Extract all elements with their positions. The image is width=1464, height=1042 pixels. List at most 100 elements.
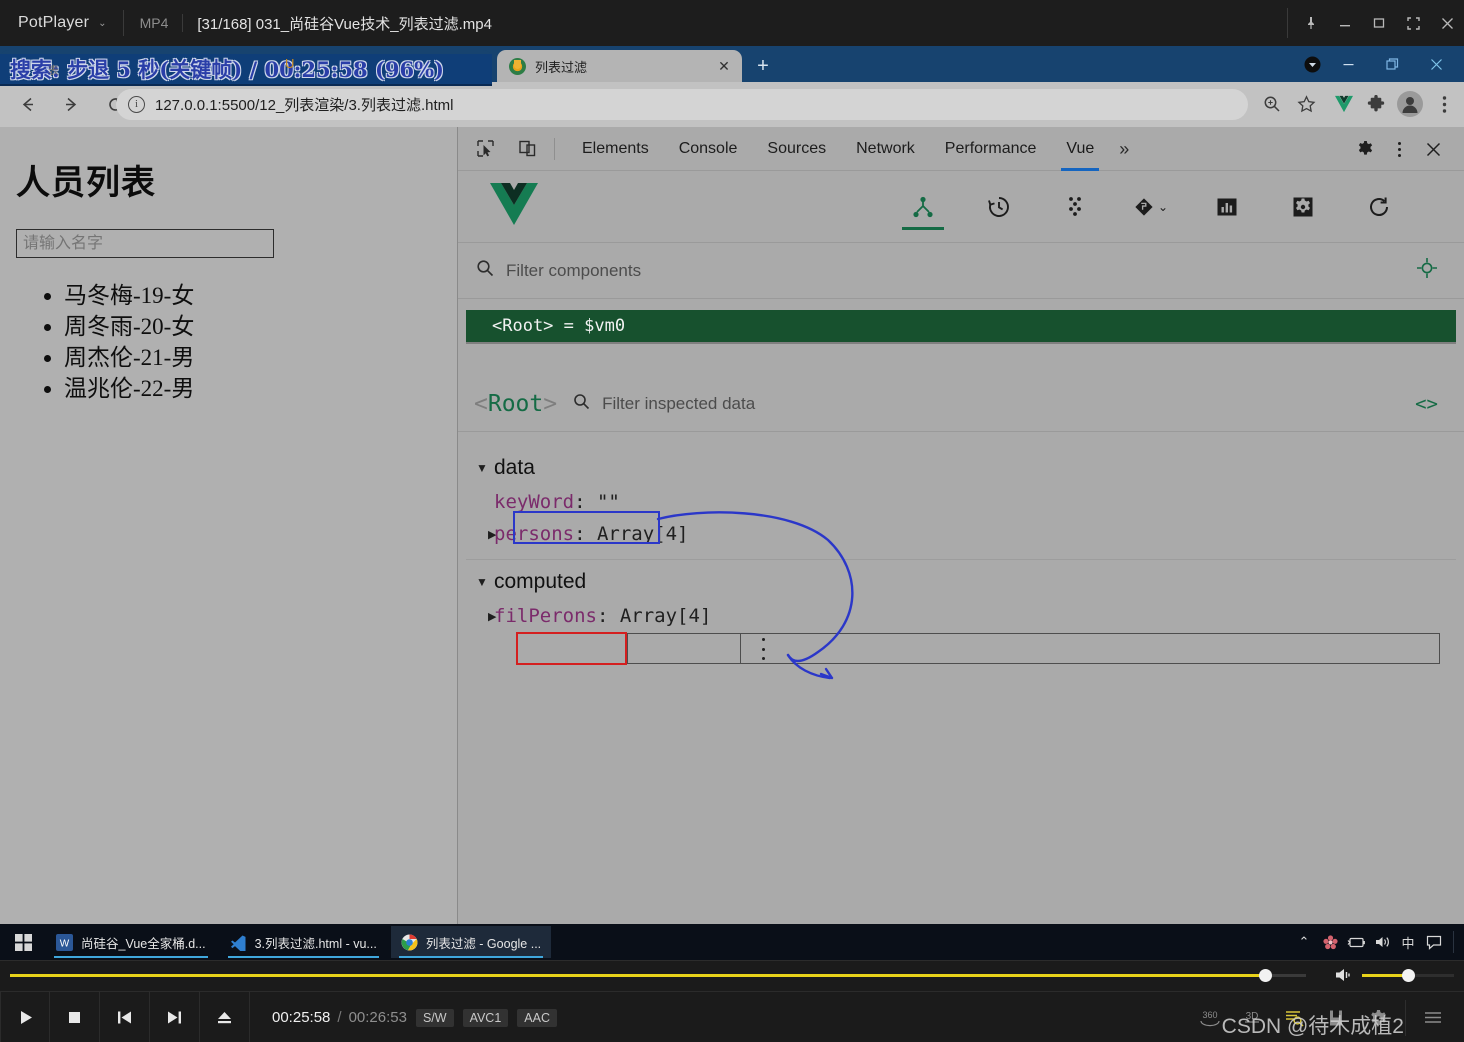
chevron-down-icon[interactable]: ⌄	[98, 18, 106, 29]
stop-button[interactable]	[50, 991, 100, 1042]
bookmark-star-icon[interactable]	[1290, 88, 1322, 120]
codec-chip-sw[interactable]: S/W	[415, 1008, 454, 1027]
media-format-label: MP4	[139, 15, 169, 31]
routes-diamond-icon[interactable]: ⌄	[1134, 184, 1168, 230]
chrome-menu-icon[interactable]	[1428, 88, 1460, 120]
chrome-tab-strip: ✕ 列表过滤 ✕ + 搜索: 步退 5 秒(关键帧) / 00:25:58 (9…	[0, 46, 1464, 84]
address-bar[interactable]: i 127.0.0.1:5500/12_列表渲染/3.列表过滤.html	[116, 89, 1248, 120]
chevron-right-icon[interactable]: ▶	[476, 528, 496, 541]
app-flower-icon[interactable]	[1317, 924, 1343, 960]
close-icon[interactable]	[1414, 48, 1458, 80]
inspector-group-computed[interactable]: ▼ computed	[458, 564, 1464, 600]
profile-avatar-icon[interactable]	[1394, 88, 1426, 120]
current-time: 00:25:58	[272, 1009, 331, 1026]
eject-button[interactable]	[200, 991, 250, 1042]
extensions-puzzle-icon[interactable]	[1360, 88, 1392, 120]
list-item: 周冬雨-20-女	[64, 311, 457, 342]
zoom-icon[interactable]	[1256, 88, 1288, 120]
taskbar-item-chrome[interactable]: 列表过滤 - Google ...	[390, 926, 552, 958]
state-dots-icon[interactable]	[1058, 184, 1092, 230]
tab-elements[interactable]: Elements	[567, 127, 664, 171]
settings-gear-icon[interactable]	[1286, 184, 1320, 230]
previous-button[interactable]	[100, 991, 150, 1042]
seek-handle[interactable]	[1259, 969, 1272, 982]
forward-button[interactable]	[54, 88, 88, 122]
maximize-icon[interactable]	[1362, 0, 1396, 46]
chrome-tab-active[interactable]: 列表过滤 ✕	[497, 50, 742, 82]
minimize-icon[interactable]	[1328, 0, 1362, 46]
list-item: 马冬梅-19-女	[64, 280, 457, 311]
svg-text:W: W	[60, 938, 70, 949]
chrome-viewport: 人员列表 马冬梅-19-女 周冬雨-20-女 周杰伦-21-男 温兆伦-22-男	[0, 127, 1464, 924]
chevron-up-icon[interactable]: ⌃	[1291, 924, 1317, 960]
taskbar-item-label: 尚硅谷_Vue全家桶.d...	[81, 936, 206, 951]
volume-icon[interactable]	[1334, 966, 1354, 989]
tab-network[interactable]: Network	[841, 127, 930, 171]
settings-gear-icon[interactable]	[1348, 132, 1382, 166]
chrome-window-controls	[1298, 48, 1458, 80]
tab-search-icon[interactable]	[1298, 50, 1326, 78]
pin-icon[interactable]	[1294, 0, 1328, 46]
devtools-menu-icon[interactable]	[1382, 132, 1416, 166]
inspector-group-data[interactable]: ▼ data	[458, 450, 1464, 486]
timeline-history-icon[interactable]	[982, 184, 1016, 230]
volume-handle[interactable]	[1402, 969, 1415, 982]
vscode-icon	[230, 934, 247, 953]
tab-sources[interactable]: Sources	[752, 127, 841, 171]
taskbar-item-word[interactable]: W 尚硅谷_Vue全家桶.d...	[46, 926, 216, 958]
inspector-prop-filperons[interactable]: ▶ filPerons: Array[4]	[458, 600, 1464, 632]
open-in-editor-icon[interactable]: <>	[1415, 393, 1438, 415]
taskbar-item-vscode[interactable]: 3.列表过滤.html - vu...	[220, 926, 387, 958]
inspect-element-icon[interactable]	[470, 134, 500, 164]
close-icon[interactable]	[1430, 0, 1464, 46]
inspected-data-filter-placeholder[interactable]: Filter inspected data	[602, 394, 755, 414]
inspector-prop-keyword[interactable]: keyWord: ""	[458, 486, 1464, 518]
battery-icon[interactable]	[1343, 924, 1369, 960]
codec-chip-audio[interactable]: AAC	[517, 1008, 557, 1027]
person-list: 马冬梅-19-女 周冬雨-20-女 周杰伦-21-男 温兆伦-22-男	[16, 280, 457, 404]
chevron-right-icon[interactable]: ▶	[476, 610, 496, 623]
fullscreen-icon[interactable]	[1396, 0, 1430, 46]
component-filter-placeholder: Filter components	[506, 260, 642, 280]
performance-bars-icon[interactable]	[1210, 184, 1244, 230]
ime-indicator[interactable]: 中	[1395, 924, 1421, 960]
volume-icon[interactable]	[1369, 924, 1395, 960]
vue-devtools-icon[interactable]	[1328, 88, 1360, 120]
site-info-icon[interactable]: i	[128, 96, 145, 113]
component-filter-bar[interactable]: Filter components	[458, 243, 1464, 299]
name-search-input[interactable]	[16, 229, 274, 258]
select-component-target-icon[interactable]	[1416, 257, 1438, 284]
tab-vue[interactable]: Vue	[1051, 127, 1109, 171]
next-button[interactable]	[150, 991, 200, 1042]
notification-icon[interactable]	[1421, 924, 1447, 960]
tab-console[interactable]: Console	[664, 127, 753, 171]
component-tree-root-row[interactable]: <Root> = $vm0	[466, 310, 1456, 342]
new-tab-button[interactable]: +	[750, 55, 776, 79]
inspected-component-name: <Root>	[474, 391, 557, 417]
restore-icon[interactable]	[1370, 48, 1414, 80]
chrome-browser-window: ✕ 列表过滤 ✕ + 搜索: 步退 5 秒(关键帧) / 00:25:58 (9…	[0, 46, 1464, 924]
components-tree-icon[interactable]	[902, 184, 944, 230]
codec-chip-video[interactable]: AVC1	[462, 1008, 509, 1027]
windows-start-icon[interactable]	[0, 933, 46, 951]
word-icon: W	[56, 933, 73, 951]
show-desktop-button[interactable]	[1454, 924, 1464, 960]
chevron-down-icon[interactable]: ▼	[476, 461, 494, 475]
tab-performance[interactable]: Performance	[930, 127, 1052, 171]
minimize-icon[interactable]	[1326, 48, 1370, 80]
play-button[interactable]	[0, 991, 50, 1042]
chevron-down-icon[interactable]: ⌄	[1158, 200, 1168, 214]
chevron-down-icon[interactable]: ▼	[476, 575, 494, 589]
more-tabs-button[interactable]: »	[1109, 127, 1139, 171]
potplayer-osd-text: 搜索: 步退 5 秒(关键帧) / 00:25:58 (96%)	[10, 57, 444, 82]
divider	[122, 10, 124, 36]
device-toolbar-icon[interactable]	[512, 134, 542, 164]
close-devtools-icon[interactable]	[1416, 132, 1450, 166]
prop-actions-menu-icon[interactable]	[756, 638, 770, 660]
refresh-icon[interactable]	[1362, 184, 1396, 230]
inspector-body: ▼ data keyWord: "" ▶ persons: Array[4] ▼	[458, 432, 1464, 632]
playlist-icon[interactable]	[1412, 992, 1454, 1042]
close-icon[interactable]: ✕	[716, 58, 732, 74]
inspector-prop-persons[interactable]: ▶ persons: Array[4]	[458, 518, 1464, 550]
back-button[interactable]	[10, 88, 44, 122]
